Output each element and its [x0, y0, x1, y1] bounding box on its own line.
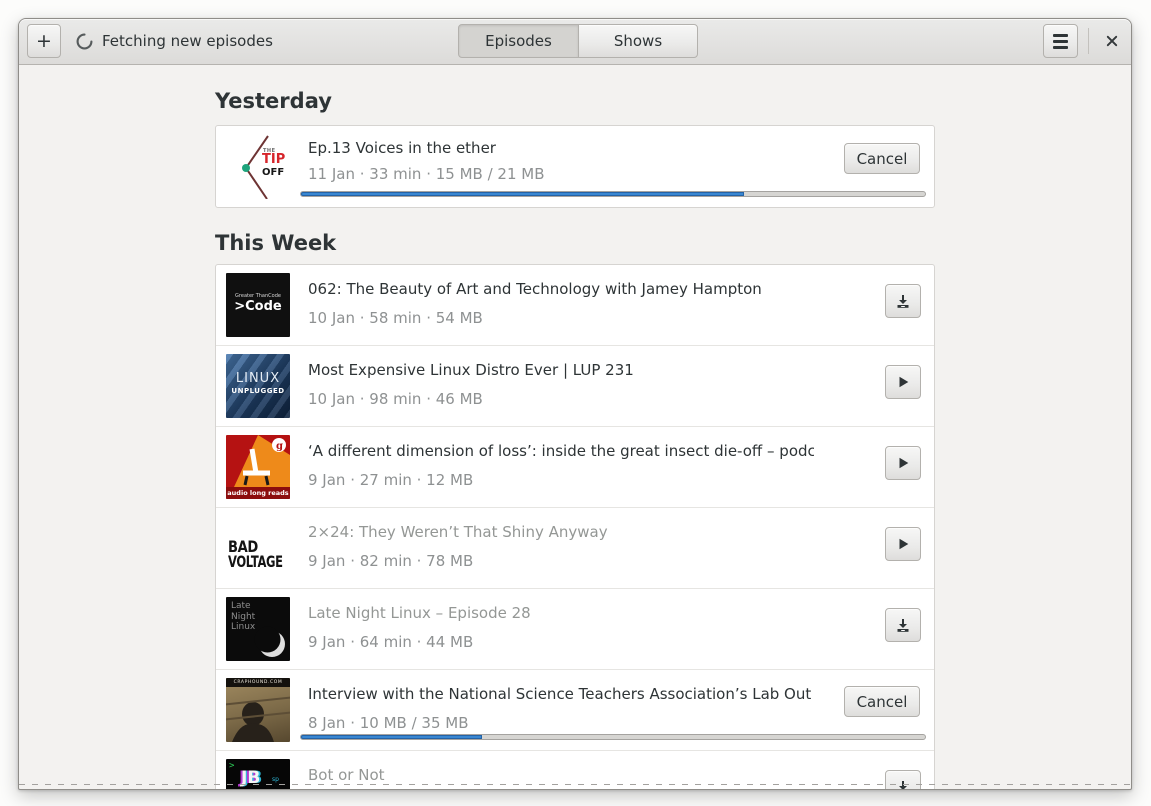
play-episode-button[interactable] — [885, 365, 921, 399]
episodes-view: Yesterday THE TIP OFF Ep.13 Voices in th… — [19, 64, 1131, 789]
svg-text:g: g — [276, 441, 283, 452]
app-window: + Fetching new episodes Episodes Shows Y… — [18, 18, 1132, 790]
episode-meta: 10 Jan · 98 min · 46 MB — [308, 390, 483, 408]
play-episode-button[interactable] — [885, 446, 921, 480]
header-bar: + Fetching new episodes Episodes Shows — [19, 19, 1131, 65]
episode-meta: 9 Jan · 64 min · 44 MB — [308, 633, 474, 651]
section-title-yesterday: Yesterday — [215, 89, 332, 113]
download-progress-bar — [300, 734, 926, 740]
close-window-button[interactable] — [1099, 28, 1125, 54]
cancel-download-button[interactable]: Cancel — [844, 686, 920, 717]
episode-row: LINUX UNPLUGGED Most Expensive Linux Dis… — [216, 346, 934, 427]
episode-title: 062: The Beauty of Art and Technology wi… — [308, 280, 762, 298]
hamburger-menu-button[interactable] — [1043, 24, 1078, 58]
header-separator — [1088, 28, 1089, 54]
episode-meta: 10 Jan · 58 min · 54 MB — [308, 309, 483, 327]
episode-meta: 9 Jan · 82 min · 78 MB — [308, 552, 474, 570]
download-icon — [897, 619, 909, 632]
episode-title: Ep.13 Voices in the ether — [308, 139, 496, 157]
scroll-undershoot-indicator — [19, 784, 1131, 785]
episode-title: Interview with the National Science Teac… — [308, 685, 814, 703]
episode-row: THE TIP OFF Ep.13 Voices in the ether 11… — [216, 126, 934, 207]
episode-row: Late Night Linux Late Night Linux – Epis… — [216, 589, 934, 670]
play-episode-button[interactable] — [885, 527, 921, 561]
section-title-this-week: This Week — [215, 231, 337, 255]
episode-row: g audio long reads ‘A different dimensio… — [216, 427, 934, 508]
download-progress-fill — [301, 735, 482, 739]
episodes-column: Yesterday THE TIP OFF Ep.13 Voices in th… — [215, 64, 935, 789]
podcast-cover-audio-long-reads: g audio long reads — [226, 435, 290, 499]
status-text: Fetching new episodes — [102, 32, 273, 50]
tab-shows[interactable]: Shows — [578, 24, 698, 58]
podcast-cover-bad-voltage: BAD VOLTAGE — [226, 516, 290, 580]
hamburger-icon — [1053, 33, 1068, 37]
episode-meta: 11 Jan · 33 min · 15 MB / 21 MB — [308, 165, 545, 183]
download-progress-bar — [300, 191, 926, 197]
download-episode-button[interactable] — [885, 608, 921, 642]
yesterday-card: THE TIP OFF Ep.13 Voices in the ether 11… — [215, 125, 935, 208]
download-progress-fill — [301, 192, 745, 196]
episode-title: 2×24: They Weren’t That Shiny Anyway — [308, 523, 608, 541]
view-switcher: Episodes Shows — [458, 24, 698, 58]
spinner-icon — [76, 33, 93, 49]
podcast-cover-late-night-linux: Late Night Linux — [226, 597, 290, 661]
episode-meta: 8 Jan · 10 MB / 35 MB — [308, 714, 469, 732]
episode-row: Greater ThanCode >Code 062: The Beauty o… — [216, 265, 934, 346]
episode-row: CRAPHOUND.COM Interview with the Nationa… — [216, 670, 934, 751]
podcast-cover-linux-unplugged: LINUX UNPLUGGED — [226, 354, 290, 418]
download-episode-button[interactable] — [885, 770, 921, 789]
download-episode-button[interactable] — [885, 284, 921, 318]
close-icon — [1106, 35, 1118, 47]
play-icon — [899, 538, 909, 550]
podcast-cover-greater-than-code: Greater ThanCode >Code — [226, 273, 290, 337]
episode-title: Most Expensive Linux Distro Ever | LUP 2… — [308, 361, 634, 379]
episode-meta: 9 Jan · 27 min · 12 MB — [308, 471, 474, 489]
episode-row: BAD VOLTAGE 2×24: They Weren’t That Shin… — [216, 508, 934, 589]
this-week-card: Greater ThanCode >Code 062: The Beauty o… — [215, 264, 935, 789]
episode-title: ‘A different dimension of loss’: inside … — [308, 442, 814, 460]
header-left-group: + Fetching new episodes — [27, 24, 273, 58]
episode-title: Bot or Not — [308, 766, 385, 784]
download-icon — [897, 295, 909, 308]
tab-episodes[interactable]: Episodes — [458, 24, 579, 58]
cancel-download-button[interactable]: Cancel — [844, 143, 920, 174]
header-right-group — [1043, 24, 1125, 58]
podcast-cover-the-tip-off: THE TIP OFF — [226, 135, 290, 199]
play-icon — [899, 376, 909, 388]
episode-title: Late Night Linux – Episode 28 — [308, 604, 531, 622]
add-podcast-button[interactable]: + — [27, 24, 61, 58]
podcast-cover-craphound: CRAPHOUND.COM — [226, 678, 290, 742]
play-icon — [899, 457, 909, 469]
portrait-silhouette-graphic — [232, 702, 274, 742]
